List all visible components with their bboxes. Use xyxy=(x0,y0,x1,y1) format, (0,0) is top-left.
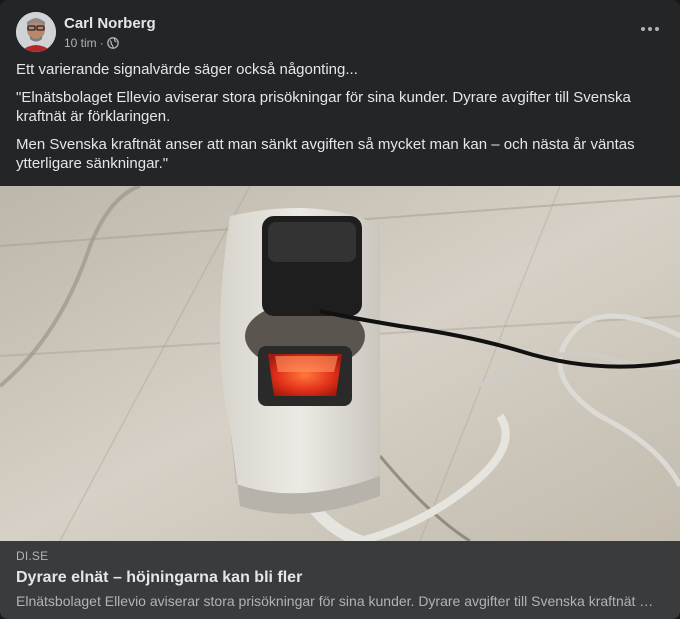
post-card: Carl Norberg 10 tim · Ett varierande sig… xyxy=(0,0,680,619)
link-preview[interactable]: DI.SE Dyrare elnät – höjningarna kan bli… xyxy=(0,541,680,619)
more-options-icon[interactable] xyxy=(636,18,664,40)
post-paragraph-2: "Elnätsbolaget Ellevio aviserar stora pr… xyxy=(16,88,631,126)
post-paragraph-3: Men Svenska kraftnät anser att man sänkt… xyxy=(16,135,635,173)
post-time[interactable]: 10 tim xyxy=(64,35,97,51)
link-description: Elnätsbolaget Ellevio aviserar stora pri… xyxy=(16,593,656,609)
post-subline: 10 tim · xyxy=(64,35,156,51)
link-domain: DI.SE xyxy=(16,549,49,563)
link-preview-image[interactable] xyxy=(0,186,680,541)
author-name[interactable]: Carl Norberg xyxy=(64,14,156,33)
globe-icon xyxy=(106,36,119,49)
link-title[interactable]: Dyrare elnät – höjningarna kan bli fler xyxy=(16,569,302,587)
avatar[interactable] xyxy=(16,12,56,52)
meta-separator: · xyxy=(99,35,104,50)
post-meta: Carl Norberg 10 tim · xyxy=(64,14,156,51)
post-paragraph-1: Ett varierande signalvärde säger också n… xyxy=(16,61,358,78)
post-header: Carl Norberg 10 tim · xyxy=(16,12,156,52)
post-text: Ett varierande signalvärde säger också n… xyxy=(16,60,656,182)
